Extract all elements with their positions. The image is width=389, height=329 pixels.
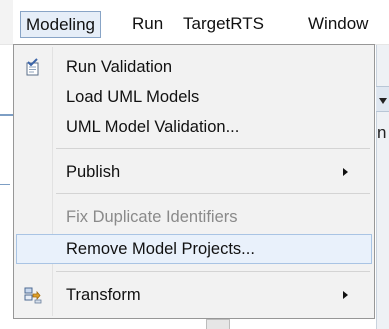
menu-item-label: Transform [66,286,141,304]
menu-item-remove-model-projects[interactable]: Remove Model Projects... [16,234,372,264]
menu-item-transform[interactable]: Transform [16,280,372,310]
background-text-fragment: n [377,123,387,142]
modeling-dropdown-menu: Run Validation Load UML Models UML Model… [13,44,375,319]
menu-item-label: Load UML Models [66,88,200,106]
menu-run[interactable]: Run [127,11,168,37]
menu-separator [56,148,370,149]
transform-icon [24,286,42,304]
menu-item-label: UML Model Validation... [66,118,240,136]
menu-modeling[interactable]: Modeling [20,11,101,38]
submenu-arrow-icon [343,168,348,176]
menu-item-label: Run Validation [66,58,173,76]
menu-separator [56,271,370,272]
menu-bar: Modeling Run TargetRTS Window [0,0,389,45]
menu-item-label: Remove Model Projects... [66,240,255,258]
menu-targetrts[interactable]: TargetRTS [178,11,269,37]
menu-item-label: Fix Duplicate Identifiers [66,208,238,226]
menu-item-fix-duplicate-identifiers: Fix Duplicate Identifiers [16,202,372,232]
screen: n Modeling Run TargetRTS Window Run Vali… [0,0,389,329]
chevron-down-icon[interactable] [379,98,387,104]
menu-separator [56,193,370,194]
background-divider [0,184,10,185]
background-scrollbar-thumb[interactable] [206,319,230,329]
validation-check-icon [24,58,42,76]
menu-bar-edge [0,0,13,44]
menu-item-run-validation[interactable]: Run Validation [16,52,372,82]
menu-item-load-uml-models[interactable]: Load UML Models [16,82,372,112]
background-divider [0,108,14,116]
submenu-arrow-icon [343,291,348,299]
menu-item-uml-model-validation[interactable]: UML Model Validation... [16,112,372,142]
menu-item-label: Publish [66,163,121,181]
menu-window[interactable]: Window [303,11,373,37]
menu-item-publish[interactable]: Publish [16,157,372,187]
